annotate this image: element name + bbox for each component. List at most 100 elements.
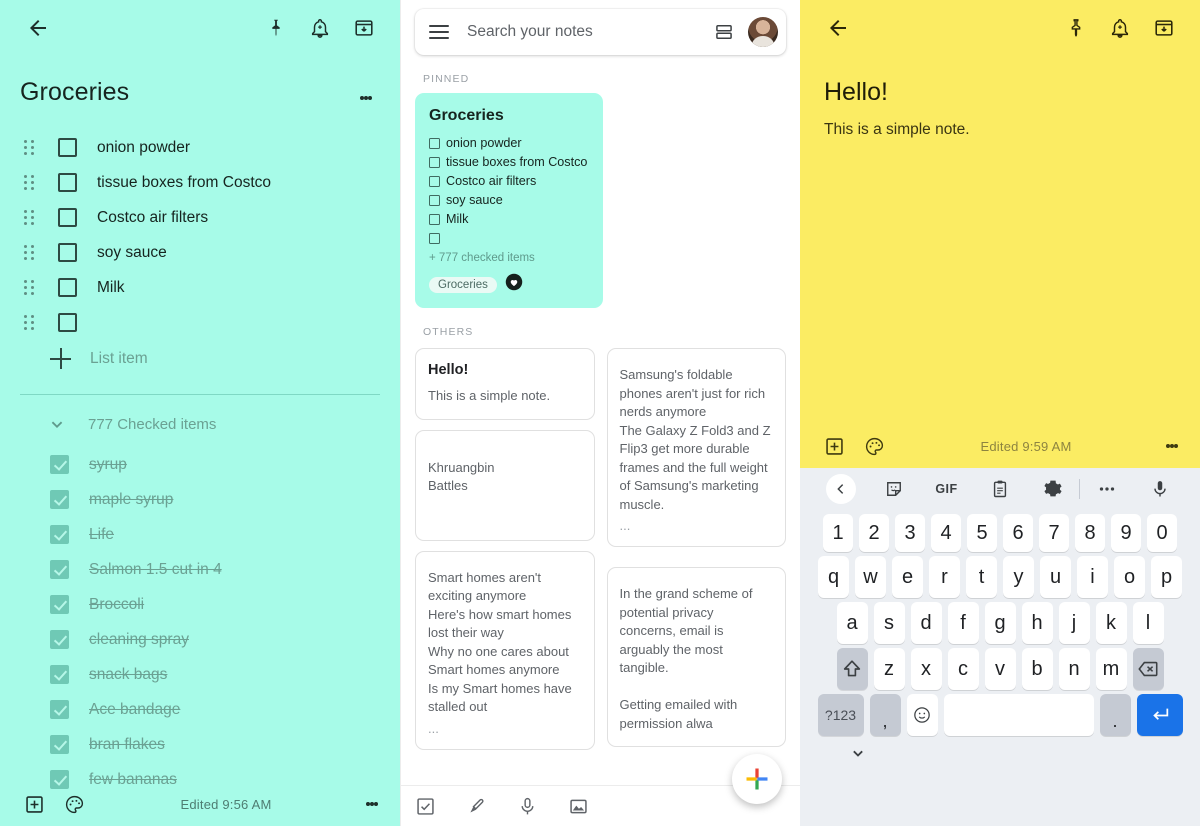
- item-checkbox[interactable]: [50, 735, 69, 754]
- back-arrow-icon[interactable]: [16, 6, 60, 50]
- item-label[interactable]: Broccoli: [89, 596, 144, 614]
- drag-handle-icon[interactable]: [18, 208, 40, 227]
- item-label[interactable]: maple syrup: [89, 491, 173, 509]
- symbols-key[interactable]: ?123: [817, 694, 864, 736]
- key-period[interactable]: .: [1099, 694, 1131, 736]
- list-item[interactable]: soy sauce: [0, 235, 400, 270]
- list-view-toggle-icon[interactable]: [710, 18, 738, 46]
- list-item[interactable]: cleaning spray: [0, 622, 400, 657]
- item-checkbox[interactable]: [58, 208, 77, 227]
- key-k[interactable]: k: [1095, 602, 1127, 644]
- key-y[interactable]: y: [1003, 556, 1034, 598]
- add-box-icon[interactable]: [14, 784, 54, 824]
- key-0[interactable]: 0: [1147, 514, 1177, 552]
- more-options-icon[interactable]: [352, 78, 380, 118]
- key-2[interactable]: 2: [859, 514, 889, 552]
- list-item[interactable]: snack bags: [0, 657, 400, 692]
- backspace-icon[interactable]: [1132, 648, 1164, 690]
- back-chevron-icon[interactable]: [825, 474, 856, 504]
- item-checkbox[interactable]: [50, 665, 69, 684]
- key-o[interactable]: o: [1114, 556, 1145, 598]
- key-t[interactable]: t: [966, 556, 997, 598]
- search-input[interactable]: Search your notes: [467, 23, 710, 41]
- list-item[interactable]: Life: [0, 517, 400, 552]
- hide-keyboard-chevron-icon[interactable]: [800, 736, 1200, 770]
- checked-items-header[interactable]: 777 Checked items: [0, 401, 400, 447]
- key-1[interactable]: 1: [823, 514, 853, 552]
- avatar[interactable]: [748, 17, 778, 47]
- item-label[interactable]: Salmon 1.5 cut in 4: [89, 561, 222, 579]
- key-j[interactable]: j: [1058, 602, 1090, 644]
- key-p[interactable]: p: [1151, 556, 1182, 598]
- key-z[interactable]: z: [873, 648, 905, 690]
- list-item[interactable]: maple syrup: [0, 482, 400, 517]
- key-w[interactable]: w: [855, 556, 886, 598]
- list-item[interactable]: Ace bandage: [0, 692, 400, 727]
- item-checkbox[interactable]: [50, 630, 69, 649]
- add-box-icon[interactable]: [814, 426, 854, 466]
- list-item[interactable]: Broccoli: [0, 587, 400, 622]
- key-7[interactable]: 7: [1039, 514, 1069, 552]
- key-6[interactable]: 6: [1003, 514, 1033, 552]
- item-label[interactable]: Life: [89, 526, 114, 544]
- key-f[interactable]: f: [947, 602, 979, 644]
- key-a[interactable]: a: [836, 602, 868, 644]
- more-options-icon[interactable]: [358, 784, 386, 824]
- item-checkbox[interactable]: [58, 138, 77, 157]
- color-palette-icon[interactable]: [54, 784, 94, 824]
- gif-button[interactable]: GIF: [920, 482, 973, 496]
- new-image-icon[interactable]: [568, 796, 589, 817]
- search-bar[interactable]: Search your notes: [415, 9, 786, 55]
- key-l[interactable]: l: [1132, 602, 1164, 644]
- item-checkbox[interactable]: [58, 278, 77, 297]
- new-list-icon[interactable]: [415, 796, 436, 817]
- key-9[interactable]: 9: [1111, 514, 1141, 552]
- key-b[interactable]: b: [1021, 648, 1053, 690]
- item-checkbox[interactable]: [50, 455, 69, 474]
- key-v[interactable]: v: [984, 648, 1016, 690]
- list-item[interactable]: Costco air filters: [0, 200, 400, 235]
- key-e[interactable]: e: [892, 556, 923, 598]
- key-comma[interactable]: ,: [869, 694, 901, 736]
- chevron-down-icon[interactable]: [46, 413, 68, 435]
- archive-icon[interactable]: [342, 6, 386, 50]
- list-item[interactable]: tissue boxes from Costco: [0, 165, 400, 200]
- list-item[interactable]: onion powder: [0, 130, 400, 165]
- key-5[interactable]: 5: [967, 514, 997, 552]
- key-q[interactable]: q: [818, 556, 849, 598]
- yellow-note-title[interactable]: Hello!: [800, 56, 1200, 107]
- emoji-icon[interactable]: [906, 694, 938, 736]
- item-label[interactable]: Ace bandage: [89, 701, 180, 719]
- archive-icon[interactable]: [1142, 6, 1186, 50]
- sticker-icon[interactable]: [867, 479, 920, 499]
- item-checkbox[interactable]: [50, 525, 69, 544]
- add-reminder-bell-icon[interactable]: [298, 6, 342, 50]
- key-x[interactable]: x: [910, 648, 942, 690]
- pinned-note-card[interactable]: Groceries onion powder tissue boxes from…: [415, 93, 603, 308]
- item-checkbox[interactable]: [50, 490, 69, 509]
- drag-handle-icon[interactable]: [18, 138, 40, 157]
- new-voice-note-icon[interactable]: [517, 796, 538, 817]
- back-arrow-icon[interactable]: [816, 6, 860, 50]
- key-3[interactable]: 3: [895, 514, 925, 552]
- item-label[interactable]: soy sauce: [97, 244, 167, 262]
- drag-handle-icon[interactable]: [18, 243, 40, 262]
- item-checkbox[interactable]: [50, 700, 69, 719]
- item-label[interactable]: snack bags: [89, 666, 167, 684]
- shift-icon[interactable]: [836, 648, 868, 690]
- item-label[interactable]: onion powder: [97, 139, 190, 157]
- space-key[interactable]: [943, 694, 1094, 736]
- item-label[interactable]: Costco air filters: [97, 209, 208, 227]
- clipboard-icon[interactable]: [973, 479, 1026, 499]
- item-label[interactable]: cleaning spray: [89, 631, 189, 649]
- item-checkbox[interactable]: [50, 595, 69, 614]
- microphone-icon[interactable]: [1133, 479, 1186, 499]
- key-i[interactable]: i: [1077, 556, 1108, 598]
- list-item[interactable]: Milk: [0, 270, 400, 305]
- drag-handle-icon[interactable]: [18, 313, 40, 332]
- create-note-fab[interactable]: [732, 754, 782, 804]
- drag-handle-icon[interactable]: [18, 278, 40, 297]
- page-title[interactable]: Groceries: [20, 78, 352, 107]
- list-item[interactable]: Salmon 1.5 cut in 4: [0, 552, 400, 587]
- pin-icon[interactable]: [254, 6, 298, 50]
